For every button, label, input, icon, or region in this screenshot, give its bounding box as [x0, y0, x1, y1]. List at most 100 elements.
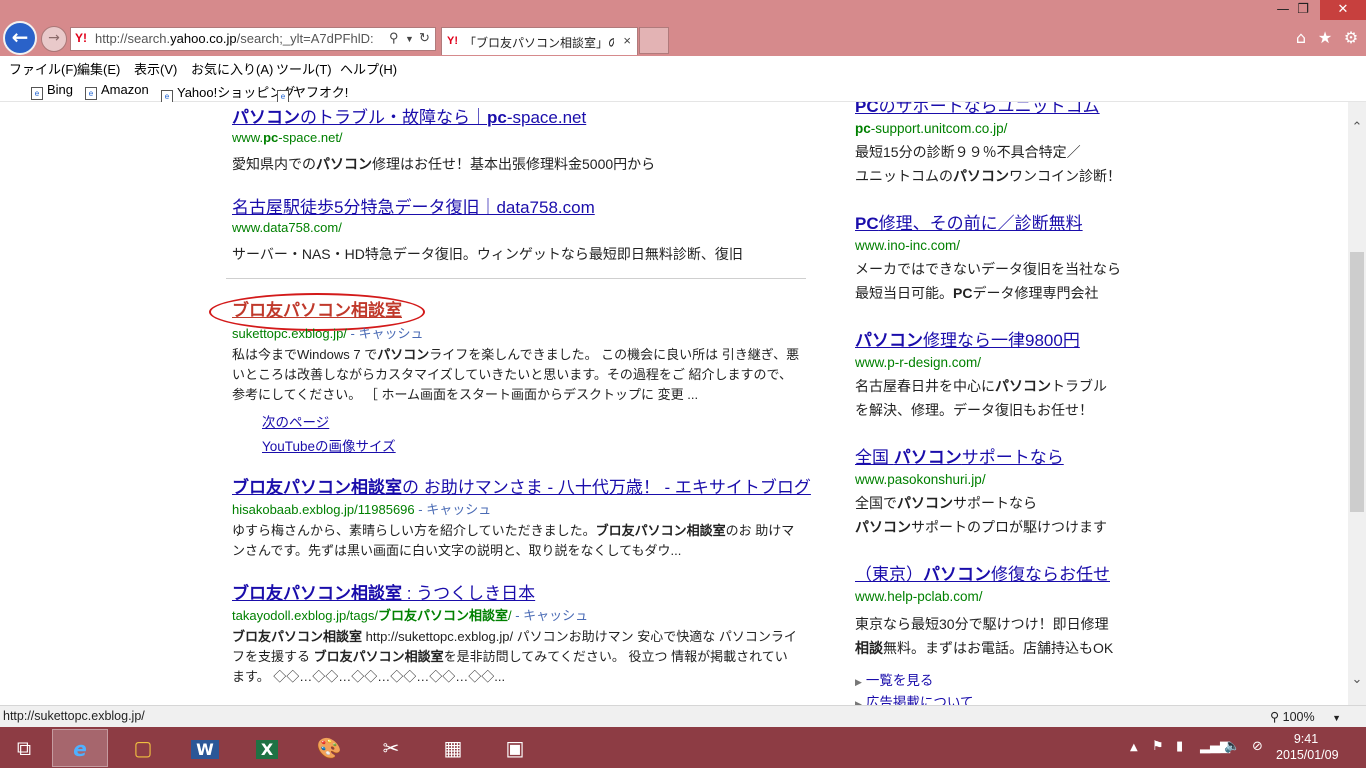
result-url: www.pc-space.net/ [232, 130, 343, 145]
result-title-link[interactable]: ブロ友パソコン相談室の お助けマンさま - 八十代万歳！ - エキサイトブログ [232, 477, 811, 499]
menu-file[interactable]: ファイル(F) [9, 59, 78, 78]
taskbar-app-window[interactable]: ▣ [487, 729, 543, 767]
back-button[interactable]: ← [3, 21, 37, 55]
menu-edit[interactable]: 編集(E) [77, 59, 120, 78]
favorite-bing[interactable]: e Bing [31, 82, 73, 100]
scroll-up-arrow-icon[interactable]: ⌃ [1348, 120, 1366, 135]
sponsored-result: 名古屋駅徒歩5分特急データ復旧｜data758.com www.data758.… [232, 197, 807, 265]
ad-description: を解決、修理。データ復旧もお任せ！ [855, 402, 1093, 418]
flag-icon[interactable]: ⚑ [1152, 739, 1164, 754]
ad-url: pc-support.unitcom.co.jp/ [855, 121, 1008, 136]
taskbar-word[interactable]: W [177, 729, 233, 767]
triangle-right-icon: ▶ [855, 677, 862, 687]
yahoo-favicon-icon: Y! [75, 31, 87, 45]
taskbar-app[interactable]: ▦ [425, 729, 481, 767]
result-url: takayodoll.exblog.jp/tags/ブロ友パソコン相談室/ - … [232, 608, 589, 623]
new-tab-button[interactable] [639, 27, 669, 54]
ad-title-link[interactable]: PCのサポートならユニットコム [855, 102, 1155, 118]
result-title-link[interactable]: ブロ友パソコン相談室 [232, 300, 807, 322]
vertical-scrollbar[interactable]: ⌃ ⌄ [1348, 102, 1366, 705]
ad-description: 全国でパソコンサポートなら [855, 495, 1037, 511]
no-connection-icon[interactable]: ⊘ [1252, 739, 1263, 754]
search-icon[interactable]: ⚲ [389, 30, 399, 46]
taskbar-internet-explorer[interactable]: e [52, 729, 108, 767]
tray-expand-icon[interactable]: ▲ [1130, 742, 1138, 753]
favorite-amazon[interactable]: e Amazon [85, 82, 149, 100]
scissors-icon: ✂ [382, 736, 400, 760]
menu-help[interactable]: ヘルプ(H) [340, 59, 397, 78]
tab-close-button[interactable]: × [623, 33, 631, 48]
taskbar-excel[interactable]: X [239, 729, 295, 767]
refresh-icon[interactable]: ↻ [419, 30, 430, 46]
result-url: www.data758.com/ [232, 220, 342, 235]
result-title-link[interactable]: ブロ友パソコン相談室 : うつくしき日本 [232, 583, 807, 605]
taskbar-paint[interactable]: 🎨 [301, 729, 357, 767]
windows-logo-icon: ⧉ [16, 736, 32, 760]
grid-app-icon: ▦ [443, 736, 463, 760]
title-bar: ← → Y! http://search.yahoo.co.jp/search;… [0, 0, 1366, 56]
start-button[interactable]: ⧉ [0, 729, 48, 767]
result-url: hisakobaab.exblog.jp/11985696 - キャッシュ [232, 502, 492, 517]
forward-button[interactable]: → [41, 26, 67, 52]
favorite-yahuoku[interactable]: e ヤフオク! [277, 82, 348, 103]
sitelink-youtube[interactable]: YouTubeの画像サイズ [262, 435, 396, 459]
sidebar-ad: 全国 パソコンサポートなら www.pasokonshuri.jp/ 全国でパソ… [855, 447, 1155, 539]
cache-link[interactable]: - キャッシュ [415, 502, 491, 517]
battery-icon[interactable]: ▮ [1176, 739, 1183, 754]
ad-description: 相談無料。まずはお電話。店舗持込もOK [855, 640, 1114, 656]
cache-link[interactable]: - キャッシュ [512, 608, 588, 623]
search-result: ブロ友パソコン相談室の お助けマンさま - 八十代万歳！ - エキサイトブログ … [232, 477, 811, 561]
menu-view[interactable]: 表示(V) [134, 59, 177, 78]
scrollbar-thumb[interactable] [1350, 252, 1364, 512]
result-url: sukettopc.exblog.jp/ - キャッシュ [232, 326, 424, 341]
result-description: 愛知県内でのパソコン修理はお任せ！基本出張修理料金5000円から [232, 156, 656, 172]
favorite-yahoo-shopping[interactable]: e Yahoo!ショッピング [161, 82, 295, 103]
menu-favorites[interactable]: お気に入り(A) [191, 59, 273, 78]
system-clock[interactable]: 9:41 2015/01/09 [1276, 731, 1339, 763]
ad-description: 東京なら最短30分で駆けつけ！即日修理 [855, 616, 1109, 632]
zoom-control[interactable]: ⚲ 100% ▼ [1270, 709, 1341, 724]
restore-button[interactable]: ❐ [1288, 0, 1318, 20]
result-description: ゆすら梅さんから、素晴らしい方を紹介していただきました。ブロ友パソコン相談室のお… [232, 523, 795, 558]
search-result: ブロ友パソコン相談室 sukettopc.exblog.jp/ - キャッシュ … [232, 300, 807, 405]
settings-gear-icon[interactable]: ⚙ [1340, 28, 1362, 47]
close-window-button[interactable]: ✕ [1320, 0, 1366, 20]
taskbar: ⧉ e ▢ W X 🎨 ✂ ▦ ▣ ▲ ⚑ ▮ ▂▄▆ 🔈 ⊘ 9:41 201… [0, 727, 1366, 768]
favorites-bar: e Bing e Amazon e Yahoo!ショッピング e ヤフオク! [0, 78, 1366, 103]
ad-description: 最短15分の診断９９％不具合特定／ [855, 144, 1081, 160]
taskbar-file-explorer[interactable]: ▢ [115, 729, 171, 767]
ad-title-link[interactable]: パソコン修理なら一律9800円 [855, 330, 1155, 352]
home-icon[interactable]: ⌂ [1290, 28, 1312, 47]
cache-link[interactable]: - キャッシュ [347, 326, 424, 341]
scroll-down-arrow-icon[interactable]: ⌄ [1348, 672, 1366, 687]
sidebar-ad: （東京）パソコン修復ならお任せ www.help-pclab.com/ 東京なら… [855, 564, 1155, 660]
ads-divider [226, 278, 806, 279]
volume-icon[interactable]: 🔈 [1224, 739, 1240, 754]
sitelink-next-page[interactable]: 次のページ [262, 411, 329, 435]
favorites-star-icon[interactable]: ★ [1314, 28, 1336, 47]
sidebar-ad: パソコン修理なら一律9800円 www.p-r-design.com/ 名古屋春… [855, 330, 1155, 422]
ads-list-link[interactable]: ▶ 一覧を見る [855, 669, 933, 689]
ad-url: www.p-r-design.com/ [855, 355, 982, 370]
internet-explorer-icon: e [73, 737, 87, 761]
dropdown-arrow-icon[interactable]: ▼ [405, 34, 414, 44]
taskbar-snipping-tool[interactable]: ✂ [363, 729, 419, 767]
menu-tools[interactable]: ツール(T) [276, 59, 332, 78]
ad-description: メーカではできないデータ復旧を当社なら [855, 261, 1121, 277]
word-icon: W [191, 740, 219, 759]
zoom-dropdown-icon[interactable]: ▼ [1332, 713, 1341, 723]
sidebar-ad: PCのサポートならユニットコム pc-support.unitcom.co.jp… [855, 102, 1155, 188]
ad-description: 名古屋春日井を中心にパソコントラブル [855, 378, 1107, 394]
address-bar[interactable]: Y! http://search.yahoo.co.jp/search;_ylt… [70, 27, 436, 51]
ad-title-link[interactable]: （東京）パソコン修復ならお任せ [855, 564, 1155, 586]
ads-placement-link[interactable]: ▶ 広告掲載について [855, 691, 974, 705]
ad-title-link[interactable]: 全国 パソコンサポートなら [855, 447, 1155, 469]
result-title-link[interactable]: パソコンのトラブル・故障なら｜pc-space.net [232, 107, 807, 129]
ad-title-link[interactable]: PC修理、その前に／診断無料 [855, 213, 1155, 235]
status-url: http://sukettopc.exblog.jp/ [3, 709, 145, 723]
address-url[interactable]: http://search.yahoo.co.jp/search;_ylt=A7… [95, 31, 385, 46]
page-content: パソコンのトラブル・故障なら｜pc-space.net www.pc-space… [0, 102, 1348, 705]
tab-search-results[interactable]: Y! 「ブロ友パソコン相談室」の検... × [441, 27, 638, 55]
ad-url: www.help-pclab.com/ [855, 589, 983, 604]
result-title-link[interactable]: 名古屋駅徒歩5分特急データ復旧｜data758.com [232, 197, 807, 219]
